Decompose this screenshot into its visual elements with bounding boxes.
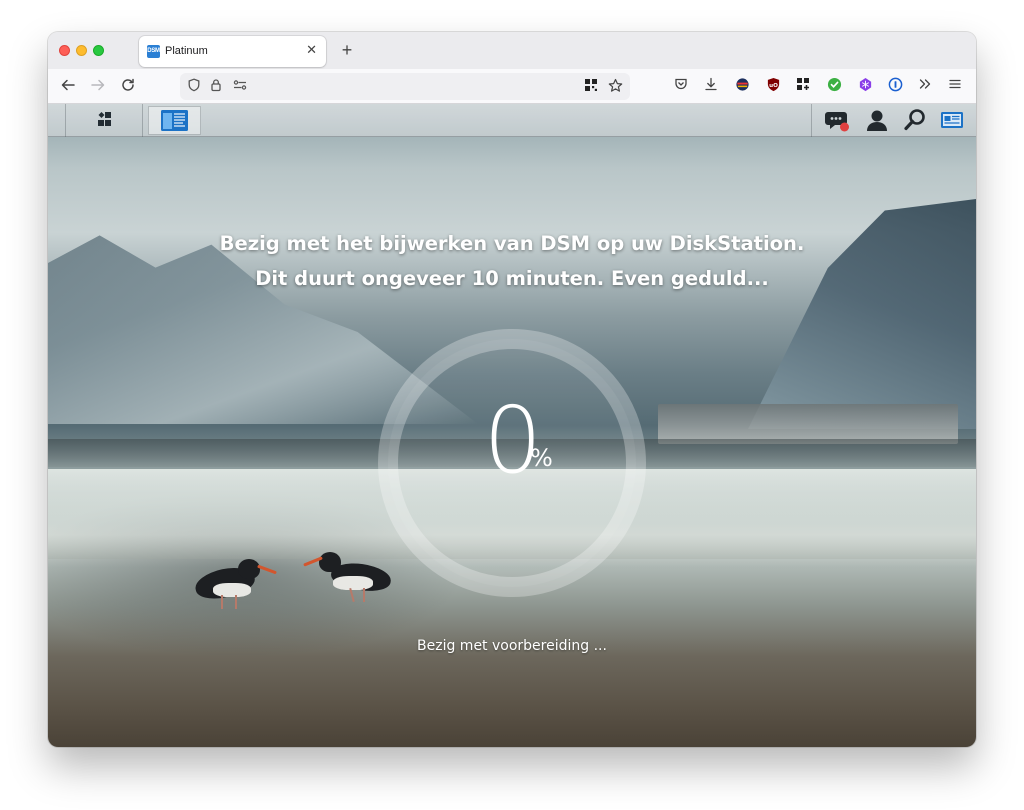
extension-globe-icon[interactable] [733, 77, 751, 95]
extension-gem-icon[interactable] [856, 77, 874, 95]
menu-icon[interactable] [946, 77, 964, 95]
overflow-icon[interactable] [916, 77, 934, 95]
tab-bar: DSM Platinum ✕ + [48, 32, 976, 69]
back-arrow-icon [61, 79, 75, 91]
reload-button[interactable] [118, 77, 138, 97]
star-icon[interactable] [607, 78, 623, 94]
progress-percentage: 0 [483, 387, 542, 494]
navigation-bar: uO [48, 69, 976, 104]
ublock-icon[interactable]: uO [764, 77, 782, 95]
control-panel-icon [161, 110, 188, 131]
update-headline-line-1: Bezig met het bijwerken van DSM op uw Di… [219, 232, 805, 255]
user-button[interactable] [864, 106, 890, 135]
oystercatcher-bird-left [183, 551, 283, 611]
search-icon [904, 109, 925, 131]
minimize-window-button[interactable] [76, 45, 87, 56]
lock-icon[interactable] [208, 78, 224, 94]
progress-percent-sign: % [530, 444, 553, 472]
tab-platinum[interactable]: DSM Platinum ✕ [139, 36, 326, 67]
back-button[interactable] [58, 77, 78, 97]
extension-grid-icon[interactable] [794, 77, 812, 95]
forward-arrow-icon [91, 79, 105, 91]
dsm-favicon-icon: DSM [147, 45, 160, 58]
shield-icon[interactable] [186, 78, 202, 94]
main-menu-icon [98, 112, 111, 126]
browser-window: DSM Platinum ✕ + uO Bezig met het bijwer… [48, 32, 976, 747]
pocket-icon[interactable] [672, 77, 690, 95]
dsm-taskbar [48, 104, 976, 137]
update-headline-line-2: Dit duurt ongeveer 10 minuten. Even gedu… [255, 267, 769, 290]
extension-check-icon[interactable] [825, 77, 843, 95]
dsm-desktop: Bezig met het bijwerken van DSM op uw Di… [48, 104, 976, 747]
search-button[interactable] [902, 106, 928, 135]
close-window-button[interactable] [59, 45, 70, 56]
download-icon[interactable] [702, 77, 720, 95]
site-permissions-icon[interactable] [232, 78, 248, 94]
zoom-window-button[interactable] [93, 45, 104, 56]
qr-code-icon[interactable] [583, 78, 599, 94]
main-menu-button[interactable] [84, 106, 124, 135]
widgets-icon [941, 112, 963, 128]
tab-close-icon[interactable]: ✕ [306, 43, 317, 57]
update-status-text: Bezig met voorbereiding ... [417, 638, 607, 654]
svg-text:uO: uO [769, 83, 778, 89]
notifications-button[interactable] [824, 106, 852, 135]
url-bar[interactable] [180, 73, 630, 100]
new-tab-button[interactable]: + [337, 40, 357, 60]
user-icon [867, 110, 887, 131]
tab-title: Platinum [165, 45, 208, 57]
background-building [658, 404, 958, 444]
forward-button[interactable] [88, 77, 108, 97]
reload-icon [122, 78, 134, 91]
notifications-icon [825, 112, 849, 132]
control-panel-task-button[interactable] [148, 106, 201, 135]
password-manager-icon[interactable] [886, 77, 904, 95]
widgets-button[interactable] [938, 106, 966, 135]
